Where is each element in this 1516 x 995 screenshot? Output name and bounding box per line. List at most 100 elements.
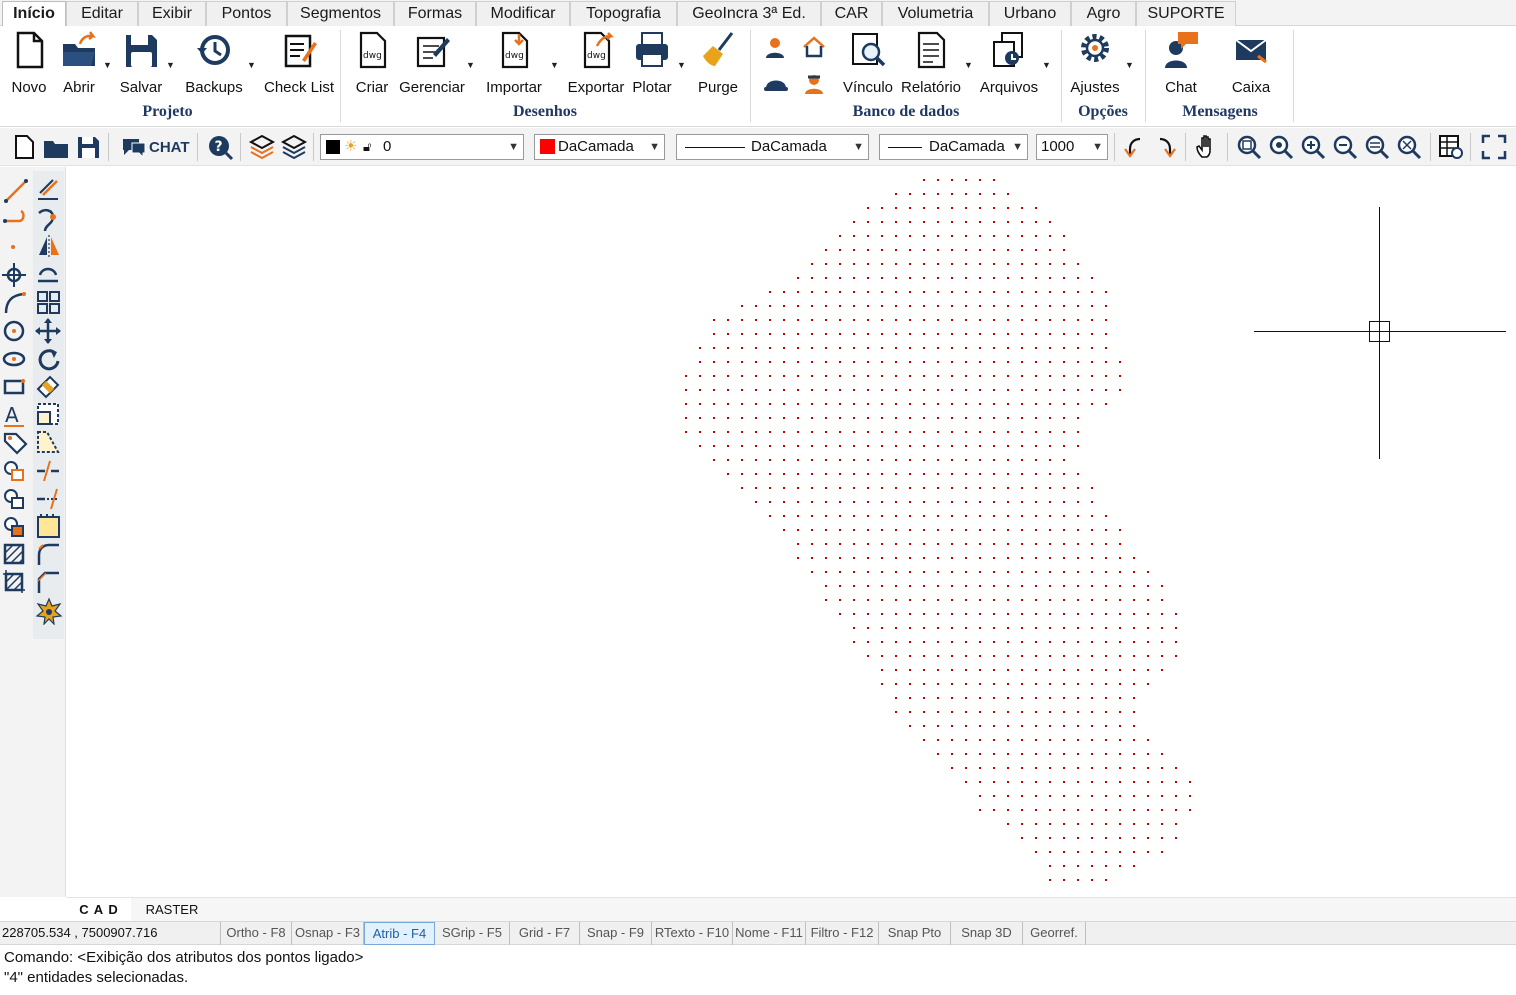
survey-point[interactable] [1147,585,1149,587]
survey-point[interactable] [909,585,911,587]
layer-select[interactable]: ☀ 🔓︎ 0 ▼ [320,134,524,160]
survey-point[interactable] [951,319,953,321]
survey-point[interactable] [979,417,981,419]
survey-point[interactable] [951,417,953,419]
survey-point[interactable] [1119,697,1121,699]
tab-exibir[interactable]: Exibir [138,1,206,26]
survey-point[interactable] [1091,277,1093,279]
tab-raster[interactable]: RASTER [137,898,207,922]
survey-point[interactable] [755,319,757,321]
survey-point[interactable] [825,263,827,265]
survey-point[interactable] [1021,711,1023,713]
survey-point[interactable] [909,403,911,405]
survey-point[interactable] [685,389,687,391]
survey-point[interactable] [1049,235,1051,237]
scale-tool-icon[interactable] [35,401,63,429]
survey-point[interactable] [797,347,799,349]
survey-point[interactable] [1105,543,1107,545]
survey-point[interactable] [1119,837,1121,839]
survey-point[interactable] [1175,641,1177,643]
survey-point[interactable] [1105,599,1107,601]
survey-point[interactable] [1175,795,1177,797]
survey-point[interactable] [811,277,813,279]
survey-point[interactable] [993,529,995,531]
survey-point[interactable] [1091,333,1093,335]
survey-point[interactable] [993,767,995,769]
survey-point[interactable] [937,263,939,265]
survey-point[interactable] [867,235,869,237]
survey-point[interactable] [867,557,869,559]
survey-point[interactable] [1077,879,1079,881]
survey-point[interactable] [839,613,841,615]
survey-point[interactable] [979,697,981,699]
survey-point[interactable] [909,459,911,461]
survey-point[interactable] [811,459,813,461]
survey-point[interactable] [867,473,869,475]
survey-point[interactable] [1021,417,1023,419]
survey-point[interactable] [951,221,953,223]
survey-point[interactable] [713,347,715,349]
survey-point[interactable] [1049,865,1051,867]
survey-point[interactable] [1063,613,1065,615]
survey-point[interactable] [881,627,883,629]
survey-point[interactable] [1035,809,1037,811]
survey-point[interactable] [727,319,729,321]
survey-point[interactable] [937,739,939,741]
survey-point[interactable] [965,571,967,573]
survey-point[interactable] [1049,389,1051,391]
survey-point[interactable] [979,501,981,503]
survey-point[interactable] [839,389,841,391]
survey-point[interactable] [1063,767,1065,769]
survey-point[interactable] [993,431,995,433]
survey-point[interactable] [993,739,995,741]
survey-point[interactable] [881,221,883,223]
survey-point[interactable] [1021,795,1023,797]
survey-point[interactable] [909,375,911,377]
survey-point[interactable] [1161,627,1163,629]
survey-point[interactable] [755,361,757,363]
survey-point[interactable] [1021,641,1023,643]
survey-point[interactable] [881,431,883,433]
survey-point[interactable] [825,403,827,405]
survey-point[interactable] [1063,515,1065,517]
exportar-button[interactable]: dwg Exportar [568,30,624,100]
survey-point[interactable] [951,277,953,279]
survey-point[interactable] [825,459,827,461]
survey-point[interactable] [811,361,813,363]
survey-point[interactable] [1035,291,1037,293]
survey-point[interactable] [1021,571,1023,573]
survey-point[interactable] [853,459,855,461]
abrir-dropdown-icon[interactable]: ▼ [103,60,112,70]
survey-point[interactable] [1105,711,1107,713]
survey-point[interactable] [839,459,841,461]
survey-point[interactable] [1119,739,1121,741]
zoom-extents-icon[interactable] [1363,133,1391,161]
survey-point[interactable] [1049,823,1051,825]
survey-point[interactable] [769,501,771,503]
survey-point[interactable] [783,417,785,419]
survey-point[interactable] [1063,697,1065,699]
layers-icon[interactable] [248,133,276,161]
survey-point[interactable] [1063,655,1065,657]
survey-point[interactable] [1091,291,1093,293]
rectangle-tool-icon[interactable] [2,373,30,401]
survey-point[interactable] [1091,501,1093,503]
survey-point[interactable] [1105,627,1107,629]
survey-point[interactable] [741,445,743,447]
survey-point[interactable] [783,431,785,433]
survey-point[interactable] [825,543,827,545]
hatch-tool-icon[interactable] [2,541,30,569]
survey-point[interactable] [1105,515,1107,517]
survey-point[interactable] [1021,319,1023,321]
survey-point[interactable] [1063,305,1065,307]
survey-point[interactable] [951,445,953,447]
survey-point[interactable] [1105,613,1107,615]
survey-point[interactable] [951,291,953,293]
relatorio-dropdown-icon[interactable]: ▼ [964,60,973,70]
survey-point[interactable] [1147,613,1149,615]
survey-point[interactable] [993,571,995,573]
survey-point[interactable] [1007,585,1009,587]
survey-point[interactable] [1133,697,1135,699]
survey-point[interactable] [1161,669,1163,671]
survey-point[interactable] [895,529,897,531]
